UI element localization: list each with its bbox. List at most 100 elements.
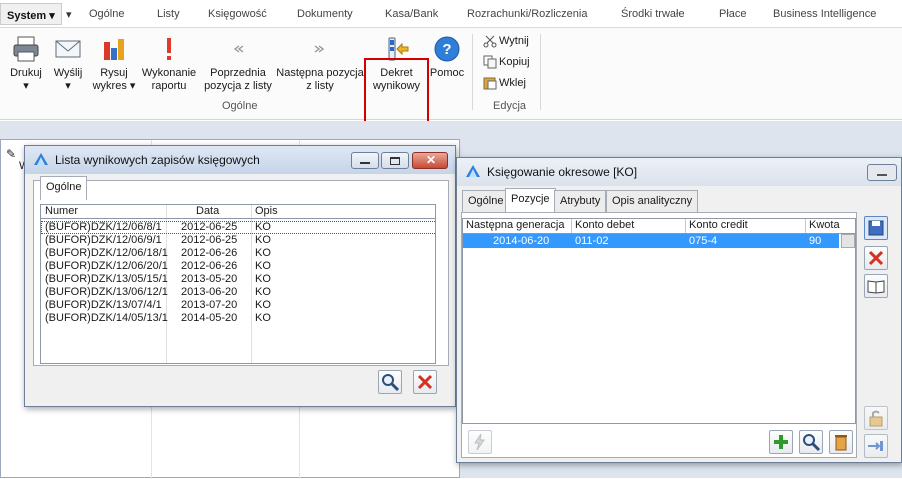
previous-item-button[interactable]: Poprzednia pozycja z listy xyxy=(202,34,274,93)
col-header-numer[interactable]: Numer xyxy=(45,205,78,217)
cancel-button[interactable] xyxy=(413,370,437,394)
tab-pozycje[interactable]: Pozycje xyxy=(505,188,556,212)
result-list-titlebar[interactable]: Lista wynikowych zapisów księgowych ✕ xyxy=(25,146,455,174)
table-row[interactable]: (BUFOR)DZK/14/05/13/1 2014-05-20 KO xyxy=(41,312,435,325)
row-date: 2012-06-26 xyxy=(181,260,238,272)
col-header-opis[interactable]: Opis xyxy=(255,205,278,217)
red-x-icon xyxy=(868,250,884,266)
table-row[interactable]: (BUFOR)DZK/13/05/15/1 2013-05-20 KO xyxy=(41,273,435,286)
row-description: KO xyxy=(255,299,271,311)
copy-button[interactable]: Kopiuj xyxy=(483,55,530,73)
table-row[interactable]: (BUFOR)DZK/12/06/9/1 2012-06-25 KO xyxy=(41,234,435,247)
table-row[interactable]: (BUFOR)DZK/13/07/4/1 2013-07-20 KO xyxy=(41,299,435,312)
save-button[interactable] xyxy=(864,216,888,240)
quick-access-dropdown[interactable]: ▾ xyxy=(66,8,72,21)
result-list-title: Lista wynikowych zapisów księgowych xyxy=(55,153,260,167)
table-row[interactable]: (BUFOR)DZK/12/06/8/1 2012-06-25 KO xyxy=(41,221,435,234)
menu-srodki-trwale[interactable]: Środki trwałe xyxy=(621,8,685,20)
minimize-button[interactable] xyxy=(351,152,379,169)
ribbon-separator-end xyxy=(540,34,541,110)
magnifier-icon xyxy=(803,434,821,452)
next-item-button[interactable]: Następna pozycja z listy xyxy=(276,34,364,93)
table-row[interactable]: (BUFOR)DZK/12/06/20/1 2012-06-26 KO xyxy=(41,260,435,273)
cut-button[interactable]: Wytnij xyxy=(483,34,529,52)
grid-scrollbar-thumb[interactable] xyxy=(841,234,855,248)
column-divider xyxy=(571,219,572,233)
menu-ksiegowosc[interactable]: Księgowość xyxy=(208,8,267,20)
cut-label: Wytnij xyxy=(499,34,529,47)
row-number: (BUFOR)DZK/12/06/20/1 xyxy=(45,260,168,272)
draw-chart-sublabel: wykres ▾ xyxy=(92,80,136,92)
table-row[interactable]: (BUFOR)DZK/13/06/12/1 2013-06-20 KO xyxy=(41,286,435,299)
col-header-debit-account[interactable]: Konto debet xyxy=(575,219,634,231)
view-button[interactable] xyxy=(799,430,823,454)
row-number: (BUFOR)DZK/13/06/12/1 xyxy=(45,286,168,298)
close-button[interactable]: ✕ xyxy=(412,152,448,169)
row-date: 2012-06-25 xyxy=(181,221,238,233)
menu-ogolne[interactable]: Ogólne xyxy=(89,8,124,20)
delete-button[interactable] xyxy=(829,430,853,454)
menu-kasa-bank[interactable]: Kasa/Bank xyxy=(385,8,438,20)
search-button[interactable] xyxy=(378,370,402,394)
app-logo-icon xyxy=(34,153,48,165)
row-description: KO xyxy=(255,286,271,298)
col-header-credit-account[interactable]: Konto credit xyxy=(689,219,748,231)
maximize-button[interactable] xyxy=(381,152,409,169)
print-button[interactable]: Drukuj ▾ xyxy=(6,34,46,93)
row-description: KO xyxy=(255,221,271,233)
menu-system[interactable]: System ▾ xyxy=(0,3,62,25)
row-debit-account: 011-02 xyxy=(575,235,609,247)
menu-dokumenty[interactable]: Dokumenty xyxy=(297,8,353,20)
group-general-label: Ogólne xyxy=(222,100,258,112)
row-number: (BUFOR)DZK/13/05/15/1 xyxy=(45,273,168,285)
draw-chart-label: Rysuj xyxy=(100,67,128,79)
periodic-posting-window: Księgowanie okresowe [KO] Ogólne Pozycje… xyxy=(456,157,902,463)
unlock-button[interactable] xyxy=(864,406,888,430)
minimize-icon xyxy=(877,174,887,176)
generate-button[interactable] xyxy=(468,430,492,454)
menu-business-intelligence[interactable]: Business Intelligence xyxy=(773,8,876,20)
run-report-button[interactable]: Wykonanie raportu xyxy=(138,34,200,93)
table-row[interactable]: 2014-06-20 011-02 075-4 90 xyxy=(463,234,839,248)
periodic-posting-title: Księgowanie okresowe [KO] xyxy=(487,165,638,179)
row-description: KO xyxy=(255,273,271,285)
table-row[interactable]: (BUFOR)DZK/12/06/18/1 2012-06-26 KO xyxy=(41,247,435,260)
menu-place[interactable]: Płace xyxy=(719,8,747,20)
book-button[interactable] xyxy=(864,274,888,298)
menu-system-label: System xyxy=(7,10,47,22)
menu-bar: System ▾ ▾ Ogólne Listy Księgowość Dokum… xyxy=(0,0,902,28)
help-button[interactable]: ? Pomoc xyxy=(429,34,465,80)
add-button[interactable] xyxy=(769,430,793,454)
run-report-sublabel: raportu xyxy=(151,80,187,92)
row-number: (BUFOR)DZK/14/05/13/1 xyxy=(45,312,168,324)
ko-minimize-button[interactable] xyxy=(867,164,897,181)
menu-listy[interactable]: Listy xyxy=(157,8,180,20)
paste-button[interactable]: Wklej xyxy=(483,76,526,94)
pin-icon[interactable]: ✎ xyxy=(6,147,22,163)
send-button[interactable]: Wyślij ▾ xyxy=(50,34,86,93)
col-header-next-generation[interactable]: Następna generacja xyxy=(466,219,564,231)
row-amount: 90 xyxy=(809,235,822,247)
arrow-pin-icon xyxy=(868,441,883,451)
attach-button[interactable] xyxy=(864,434,888,458)
lightning-icon xyxy=(474,433,485,451)
plus-icon xyxy=(774,435,788,449)
workspace: W ✎ Lista wynikowych zapisów księgowych … xyxy=(0,121,902,479)
positions-grid: Następna generacja Konto debet Konto cre… xyxy=(462,218,856,424)
row-number: (BUFOR)DZK/13/07/4/1 xyxy=(45,299,162,311)
close-form-button[interactable] xyxy=(864,246,888,270)
tab-ogolne-ko[interactable]: Ogólne xyxy=(462,190,510,212)
paste-label: Wklej xyxy=(499,76,526,89)
tab-opis-analityczny[interactable]: Opis analityczny xyxy=(606,190,699,212)
col-header-data[interactable]: Data xyxy=(196,205,219,217)
copy-icon xyxy=(483,55,497,69)
result-list-grid: Numer Data Opis (BUFOR)DZK/12/06/8/1 2012… xyxy=(40,204,436,364)
help-label: Pomoc xyxy=(429,67,465,79)
row-date: 2013-05-20 xyxy=(181,273,238,285)
tab-atrybuty[interactable]: Atrybuty xyxy=(554,190,607,212)
col-header-amount[interactable]: Kwota xyxy=(809,219,840,231)
tab-ogolne[interactable]: Ogólne xyxy=(40,176,88,200)
menu-rozrachunki[interactable]: Rozrachunki/Rozliczenia xyxy=(467,8,587,20)
periodic-posting-titlebar[interactable]: Księgowanie okresowe [KO] xyxy=(457,158,901,186)
draw-chart-button[interactable]: Rysuj wykres ▾ xyxy=(90,34,138,93)
